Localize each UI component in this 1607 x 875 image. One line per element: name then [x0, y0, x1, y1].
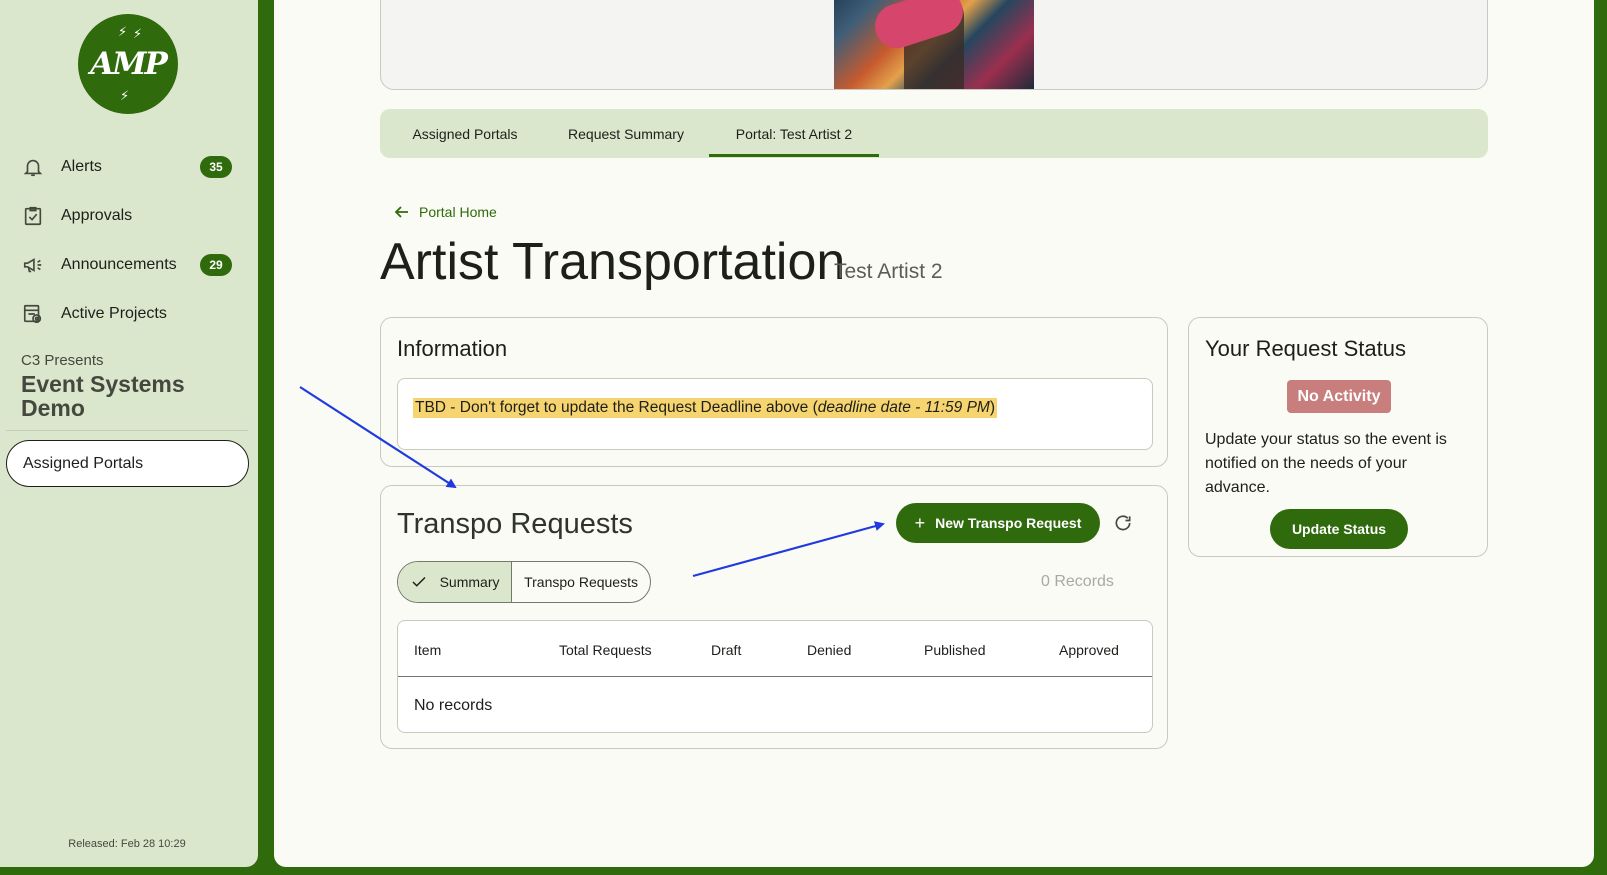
information-text-suffix: ) — [989, 399, 995, 416]
column-header-draft[interactable]: Draft — [711, 642, 741, 658]
column-header-approved[interactable]: Approved — [1059, 642, 1119, 658]
refresh-icon — [1115, 515, 1131, 531]
table-header-divider — [398, 676, 1152, 677]
sidebar-item-label: Announcements — [61, 255, 177, 273]
sidebar-item-label: Alerts — [61, 157, 102, 175]
information-text: TBD - Don't forget to update the Request… — [413, 398, 997, 418]
column-header-total-requests[interactable]: Total Requests — [559, 642, 652, 658]
org-name: Event Systems Demo — [21, 371, 185, 421]
segment-summary[interactable]: Summary — [398, 562, 513, 602]
information-title: Information — [397, 336, 508, 361]
information-text-italic: deadline date - 11:59 PM — [817, 399, 990, 416]
summary-table: Item Total Requests Draft Denied Publish… — [397, 620, 1153, 733]
amp-logo[interactable]: ⚡ ⚡ AMP ⚡ — [78, 14, 178, 114]
transpo-requests-card: Transpo Requests + New Transpo Request S… — [380, 485, 1168, 749]
refresh-button[interactable] — [1108, 508, 1138, 538]
column-header-published[interactable]: Published — [924, 642, 986, 658]
status-description: Update your status so the event is notif… — [1205, 431, 1447, 496]
tab-request-summary[interactable]: Request Summary — [550, 109, 702, 158]
sidebar-item-announcements[interactable]: Announcements 29 — [0, 240, 258, 289]
sidebar-item-approvals[interactable]: Approvals — [0, 191, 258, 240]
empty-table-message: No records — [414, 697, 493, 714]
plus-icon: + — [914, 512, 926, 533]
new-transpo-request-button[interactable]: + New Transpo Request — [896, 503, 1100, 543]
spark-icon: ⚡ — [120, 88, 130, 103]
transpo-requests-title: Transpo Requests — [397, 508, 633, 540]
bell-icon — [23, 159, 43, 176]
sidebar-nav: Alerts 35 Approvals Announcements 29 Act… — [0, 142, 258, 338]
check-icon — [412, 576, 426, 587]
main-content: Assigned Portals Request Summary Portal:… — [274, 0, 1594, 867]
tab-portal-test-artist-2[interactable]: Portal: Test Artist 2 — [709, 109, 879, 158]
spark-icon: ⚡ — [118, 24, 128, 39]
sidebar-item-label: Active Projects — [61, 304, 167, 322]
page-subtitle: Test Artist 2 — [834, 260, 943, 283]
clipboard-check-icon — [24, 206, 42, 225]
sidebar: ⚡ ⚡ AMP ⚡ Alerts 35 Approvals Announceme… — [0, 0, 258, 867]
portal-home-link[interactable]: Portal Home — [394, 204, 497, 220]
hero-banner — [380, 0, 1488, 90]
alerts-count-badge: 35 — [200, 156, 232, 178]
column-header-denied[interactable]: Denied — [807, 642, 851, 658]
projects-icon — [23, 304, 42, 323]
records-count: 0 Records — [1041, 573, 1114, 590]
sidebar-item-alerts[interactable]: Alerts 35 — [0, 142, 258, 191]
release-info: Released: Feb 28 10:29 — [68, 838, 186, 850]
page-title: Artist Transportation — [380, 233, 846, 291]
view-segmented-control: Summary Transpo Requests — [397, 561, 651, 603]
portal-tabs: Assigned Portals Request Summary Portal:… — [380, 109, 1488, 158]
tab-assigned-portals[interactable]: Assigned Portals — [388, 109, 542, 158]
update-status-button[interactable]: Update Status — [1270, 509, 1408, 549]
logo-text: AMP — [90, 46, 168, 82]
request-status-card: Your Request Status No Activity Update y… — [1188, 317, 1488, 557]
assigned-portals-button[interactable]: Assigned Portals — [6, 440, 249, 487]
information-card: Information TBD - Don't forget to update… — [380, 317, 1168, 467]
sidebar-item-active-projects[interactable]: Active Projects — [0, 289, 258, 338]
announcements-count-badge: 29 — [200, 254, 232, 276]
request-status-title: Your Request Status — [1205, 336, 1406, 361]
sidebar-item-label: Approvals — [61, 206, 133, 224]
status-badge: No Activity — [1287, 380, 1391, 413]
spark-icon: ⚡ — [133, 26, 143, 41]
megaphone-icon — [23, 257, 42, 272]
column-header-item[interactable]: Item — [414, 642, 441, 658]
segment-summary-label: Summary — [439, 574, 500, 590]
new-transpo-request-label: New Transpo Request — [935, 515, 1082, 531]
arrow-left-icon — [394, 206, 408, 218]
segment-transpo-requests[interactable]: Transpo Requests — [512, 562, 650, 602]
artist-image — [834, 0, 1034, 89]
information-text-prefix: TBD - Don't forget to update the Request… — [415, 399, 818, 416]
portal-home-label: Portal Home — [419, 204, 497, 220]
sidebar-divider — [6, 430, 248, 431]
org-presenter: C3 Presents — [21, 352, 104, 369]
information-box: TBD - Don't forget to update the Request… — [397, 378, 1153, 450]
